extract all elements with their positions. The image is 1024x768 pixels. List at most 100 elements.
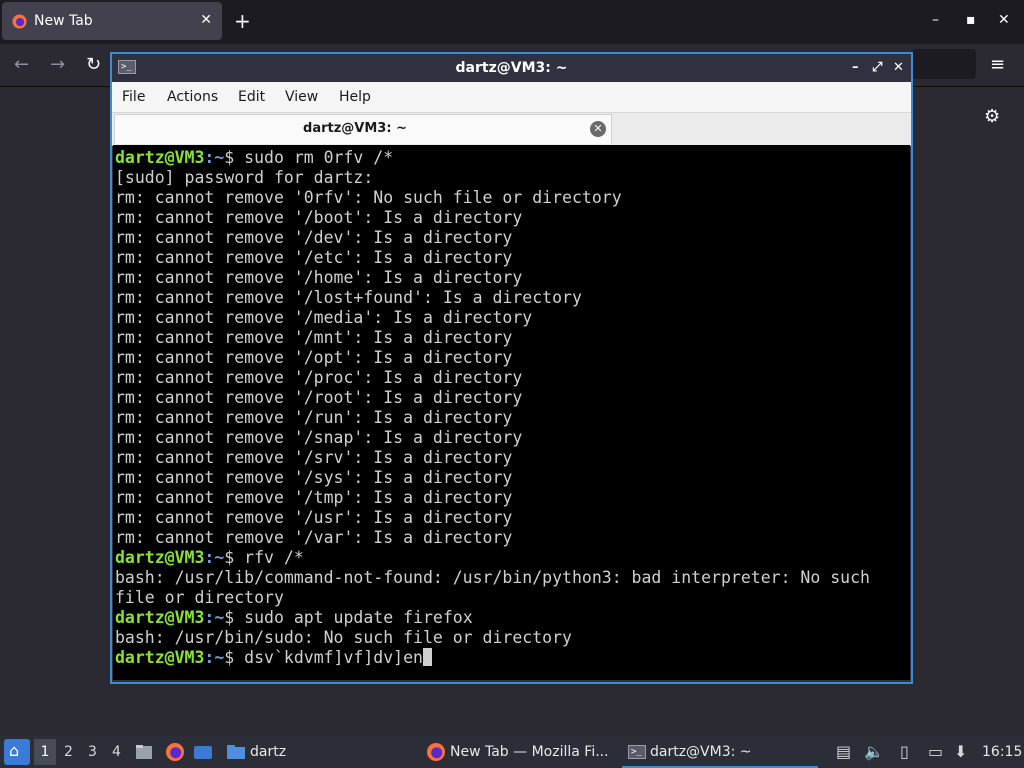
output-text: rm: cannot remove '/root': Is a director… [115, 388, 523, 407]
command-text: rfv /* [244, 548, 304, 567]
output-text: rm: cannot remove '/lost+found': Is a di… [115, 288, 582, 307]
notes-icon[interactable]: ▯ [900, 742, 909, 761]
menu-actions[interactable]: Actions [167, 89, 218, 105]
command-text: sudo apt update firefox [244, 608, 473, 627]
folder-icon [227, 745, 245, 759]
terminal-window-title: dartz@VM3: ~ [455, 60, 568, 76]
terminal-line: rm: cannot remove '/dev': Is a directory [115, 228, 870, 248]
terminal-line: rm: cannot remove '/etc': Is a directory [115, 248, 870, 268]
terminal-tab[interactable]: dartz@VM3: ~ ✕ [114, 114, 612, 144]
workspace-3[interactable]: 3 [88, 744, 97, 760]
terminal-line: rm: cannot remove '/home': Is a director… [115, 268, 870, 288]
terminal-line: dartz@VM3:~$ dsv`kdvmf]vf]dv]en [115, 648, 870, 668]
browser-tab[interactable]: New Tab ✕ [2, 2, 222, 40]
menu-file[interactable]: File [122, 89, 145, 105]
reload-button[interactable]: ↻ [86, 54, 101, 75]
terminal-line: rm: cannot remove '/lost+found': Is a di… [115, 288, 870, 308]
close-tab-icon[interactable]: ✕ [200, 12, 212, 28]
firefox-icon [12, 14, 27, 29]
prompt-symbol: $ [224, 148, 245, 167]
terminal-tab-bar: dartz@VM3: ~ ✕ [112, 113, 911, 146]
prompt-path: :~ [204, 608, 225, 627]
menu-view[interactable]: View [285, 89, 318, 105]
terminal-line: rm: cannot remove '/run': Is a directory [115, 408, 870, 428]
terminal-line: rm: cannot remove '/tmp': Is a directory [115, 488, 870, 508]
prompt-path: :~ [204, 148, 225, 167]
prompt-symbol: $ [224, 548, 245, 567]
firefox-icon [427, 743, 445, 761]
prompt-symbol: $ [224, 608, 245, 627]
menu-edit[interactable]: Edit [238, 89, 265, 105]
desktop-icon[interactable] [193, 742, 213, 762]
output-text: rm: cannot remove '/etc': Is a directory [115, 248, 513, 267]
terminal-output[interactable]: dartz@VM3:~$ sudo rm 0rfv /* [sudo] passw… [113, 145, 910, 680]
terminal-line: bash: /usr/bin/sudo: No such file or dir… [115, 628, 870, 648]
terminal-close-button[interactable]: ✕ [893, 60, 904, 75]
taskbar-task-terminal[interactable]: >_ dartz@VM3: ~ [622, 736, 818, 768]
output-text: rm: cannot remove '/proc': Is a director… [115, 368, 523, 387]
terminal-line: rm: cannot remove '/root': Is a director… [115, 388, 870, 408]
prompt-path: :~ [204, 548, 225, 567]
back-button[interactable]: ← [14, 54, 29, 75]
terminal-line: rm: cannot remove '/media': Is a directo… [115, 308, 870, 328]
task-label-firefox: New Tab — Mozilla Fi... [450, 744, 609, 760]
terminal-lines: dartz@VM3:~$ sudo rm 0rfv /* [sudo] passw… [115, 148, 870, 668]
file-manager-icon[interactable] [134, 742, 154, 762]
terminal-menubar: File Actions Edit View Help [112, 82, 911, 113]
new-tab-button[interactable]: + [234, 9, 251, 33]
terminal-line: dartz@VM3:~$ sudo rm 0rfv /* [115, 148, 870, 168]
terminal-line: rm: cannot remove '/proc': Is a director… [115, 368, 870, 388]
terminal-line: dartz@VM3:~$ sudo apt update firefox [115, 608, 870, 628]
clipboard-icon[interactable]: ▤ [836, 742, 851, 761]
updates-icon[interactable]: ⬇ [954, 742, 967, 761]
volume-icon[interactable]: 🔈 [864, 742, 884, 761]
browser-minimize-button[interactable]: – [932, 12, 939, 28]
prompt-symbol: $ [224, 648, 245, 667]
terminal-line: bash: /usr/lib/command-not-found: /usr/b… [115, 568, 870, 588]
terminal-maximize-button[interactable]: ⤢ [872, 60, 882, 75]
output-text: rm: cannot remove '/usr': Is a directory [115, 508, 513, 527]
browser-maximize-button[interactable]: ▪ [966, 12, 976, 28]
browser-tab-strip: New Tab ✕ + – ▪ ✕ [0, 0, 1024, 44]
output-text: rm: cannot remove '/sys': Is a directory [115, 468, 513, 487]
terminal-minimize-button[interactable]: – [852, 60, 859, 75]
output-text: rm: cannot remove '0rfv': No such file o… [115, 188, 622, 207]
prompt-user: dartz@VM3 [115, 548, 205, 567]
output-text: rm: cannot remove '/run': Is a directory [115, 408, 513, 427]
browser-close-button[interactable]: ✕ [998, 12, 1010, 28]
task-label-terminal: dartz@VM3: ~ [650, 744, 752, 760]
output-text: file or directory [115, 588, 284, 607]
output-text: rm: cannot remove '/srv': Is a directory [115, 448, 513, 467]
terminal-titlebar[interactable]: >_ dartz@VM3: ~ – ⤢ ✕ [112, 54, 911, 82]
forward-button[interactable]: → [50, 54, 65, 75]
close-icon[interactable]: ✕ [590, 121, 606, 137]
clock: 16:15 [982, 744, 1023, 760]
output-text: rm: cannot remove '/mnt': Is a directory [115, 328, 513, 347]
output-text: bash: /usr/bin/sudo: No such file or dir… [115, 628, 572, 647]
terminal-line: rm: cannot remove '/var': Is a directory [115, 528, 870, 548]
terminal-line: dartz@VM3:~$ rfv /* [115, 548, 870, 568]
terminal-line: rm: cannot remove '/opt': Is a directory [115, 348, 870, 368]
prompt-user: dartz@VM3 [115, 608, 205, 627]
command-text: sudo rm 0rfv /* [244, 148, 394, 167]
network-icon[interactable]: ▭ [928, 742, 943, 761]
hamburger-menu-icon[interactable]: ≡ [990, 54, 1005, 75]
workspace-1[interactable]: 1 [34, 739, 56, 765]
taskbar-task-firefox[interactable]: New Tab — Mozilla Fi... [420, 736, 618, 768]
output-text: rm: cannot remove '/boot': Is a director… [115, 208, 523, 227]
firefox-launcher-icon[interactable] [165, 742, 185, 762]
folder-label: dartz [250, 744, 287, 760]
start-menu-button[interactable]: ⌂ [4, 739, 30, 765]
workspace-2[interactable]: 2 [64, 744, 73, 760]
output-text: rm: cannot remove '/home': Is a director… [115, 268, 523, 287]
terminal-line: rm: cannot remove '/snap': Is a director… [115, 428, 870, 448]
terminal-icon: >_ [628, 745, 646, 759]
address-bar[interactable] [912, 49, 976, 79]
prompt-user: dartz@VM3 [115, 648, 205, 667]
menu-help[interactable]: Help [339, 89, 371, 105]
terminal-line: rm: cannot remove '/sys': Is a directory [115, 468, 870, 488]
output-text: rm: cannot remove '/var': Is a directory [115, 528, 513, 547]
taskbar-folder-dartz[interactable]: dartz [222, 736, 292, 768]
gear-icon[interactable]: ⚙ [984, 106, 1000, 127]
workspace-4[interactable]: 4 [112, 744, 121, 760]
